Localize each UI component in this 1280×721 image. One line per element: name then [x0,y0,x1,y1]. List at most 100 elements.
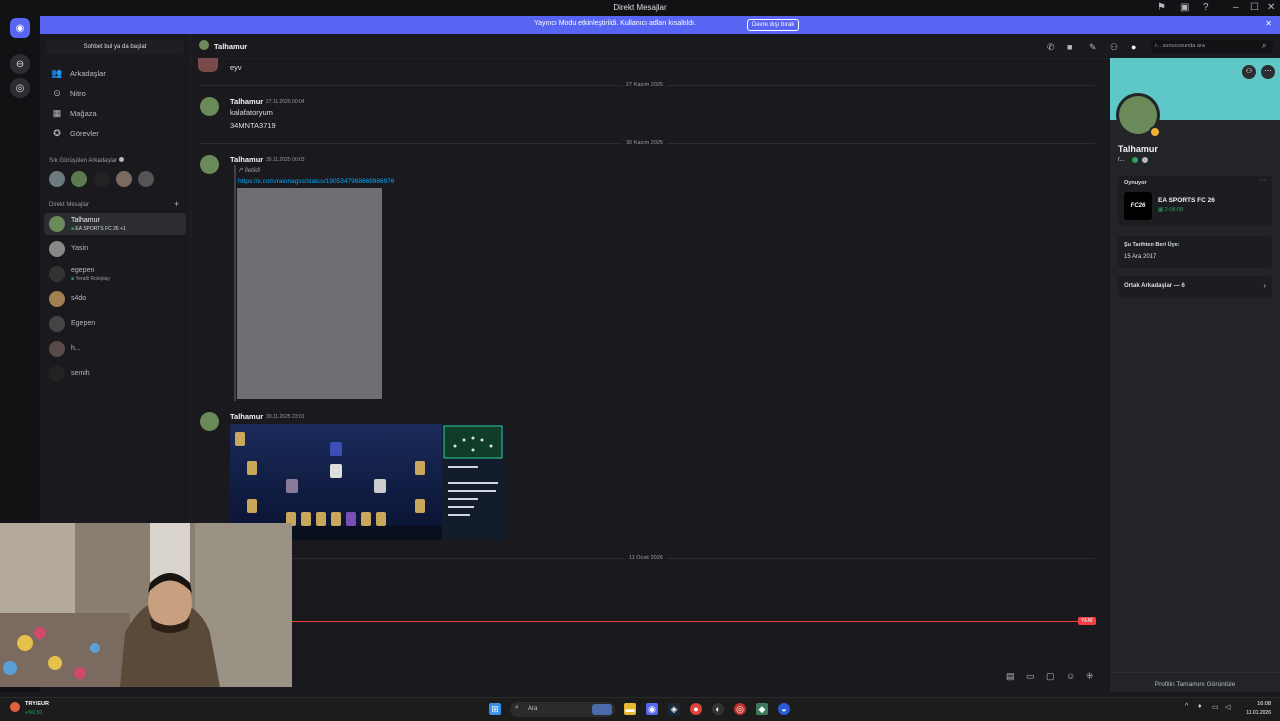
user-profile-panel: ⚇ ⋯ Talhamur r... Oynuyor ··· FC26 EA SP… [1110,58,1280,692]
volume-icon[interactable]: ◁ [1225,703,1230,711]
windows-start-icon[interactable]: ⊞ [489,703,501,715]
minimize-button[interactable]: – [1233,2,1239,13]
search-icon: ⌕ [1262,41,1267,50]
dm-item-egepen-2[interactable]: Egepen [44,313,186,335]
inbox-icon[interactable]: ⚑ [1157,2,1166,13]
more-options-icon[interactable]: ⋯ [1261,65,1275,79]
gif-icon[interactable]: ▭ [1026,671,1035,682]
avatar [49,291,65,307]
info-icon [118,157,124,162]
nav-nitro[interactable]: ⊙ Nitro [46,84,184,102]
taskbar-search[interactable]: ⌕ Ara [510,702,615,717]
widgets-icon[interactable] [10,702,20,712]
app-icon[interactable]: ◎ [734,703,746,715]
chrome-icon[interactable]: ● [690,703,702,715]
member-since-label: Şu Tarihten Beri Üye: [1124,242,1180,248]
widget-change: +%0,50 [25,710,43,716]
widget-currency[interactable]: TRY/EUR [25,701,49,707]
add-server-icon[interactable]: ⊖ [10,54,30,74]
dm-status: ■ Yeralti Roleplay [71,276,110,282]
clock-date[interactable]: 11.01.2026 [1237,710,1271,716]
discord-taskbar-icon[interactable]: ◉ [646,703,658,715]
banner-close-icon[interactable]: ✕ [1265,19,1272,28]
discord-home-icon[interactable]: ◉ [10,18,30,38]
add-friend-icon[interactable]: ⚇ [1242,65,1256,79]
tray-chevron-icon[interactable]: ^ [1185,703,1188,710]
frequent-friend-avatar[interactable] [49,171,65,187]
banner-message: Yayıncı Modu etkinleştirildi. Kullanıcı … [533,20,697,27]
message-link[interactable]: https://x.com/raionagss/status/190534796… [238,178,394,185]
add-friends-icon[interactable]: ⚇ [1110,42,1118,53]
create-dm-button[interactable]: + [174,199,179,209]
clock-time[interactable]: 16:08 [1245,701,1271,707]
taskbar-search-label: Ara [528,706,538,712]
message-composer[interactable]: ▤ ▭ ▢ ☺ ⁜ [190,668,1110,692]
member-since-card: Şu Tarihten Beri Üye: 15 Ara 2017 [1118,236,1272,268]
pinned-messages-icon[interactable]: ✎ [1089,42,1097,53]
dm-item-s4do[interactable]: s4do [44,288,186,310]
quests-icon: ✪ [53,127,61,138]
dm-item-h[interactable]: h... [44,338,186,360]
activity-more-icon[interactable]: ··· [1259,177,1266,184]
frequent-friend-avatar[interactable] [116,171,132,187]
dm-item-semih[interactable]: semih [44,363,186,385]
disable-streamer-mode-button[interactable]: Devre dışı bırak [747,19,800,31]
dm-name: Egepen [71,320,96,327]
game-elapsed: ▦ 2:08:09 [1158,207,1184,213]
dm-item-yasin[interactable]: Yasin [44,238,186,260]
voice-call-icon[interactable]: ✆ [1047,42,1055,53]
nav-friends-label: Arkadaşlar [70,68,106,78]
divider [1110,672,1280,673]
steam-icon[interactable]: ◈ [668,703,680,715]
help-icon[interactable]: ? [1203,2,1209,13]
avatar [49,366,65,382]
streamer-mode-banner: Yayıncı Modu etkinleştirildi. Kullanıcı … [40,16,1280,34]
maximize-button[interactable]: ☐ [1250,2,1259,13]
search-highlight-icon [592,704,612,715]
user-profile-icon[interactable]: ● [1131,42,1136,52]
nav-quests[interactable]: ✪ Görevler [46,124,184,142]
embed-image-placeholder[interactable] [237,188,382,399]
file-explorer-icon[interactable]: ▬ [624,703,636,715]
frequent-friend-avatar[interactable] [71,171,87,187]
dm-item-talhamur[interactable]: Talhamur ■ EA SPORTS FC 26 +1 [44,213,186,235]
obs-icon[interactable]: ◐ [712,703,724,715]
monitor-icon[interactable]: ▣ [1180,2,1189,13]
avatar[interactable] [200,97,219,116]
window-title: Direkt Mesajlar [613,3,667,12]
app-icon[interactable]: ◆ [756,703,768,715]
frequent-friend-avatar[interactable] [94,171,110,187]
discover-icon[interactable]: ◎ [10,78,30,98]
emoji-icon[interactable]: ☺ [1066,671,1075,681]
microphone-icon[interactable]: ♦ [1198,703,1202,710]
mutual-friends-card[interactable]: Ortak Arkadaşlar — 6 › [1118,276,1272,298]
message-text: kalafatoryum [230,108,273,117]
ea-app-icon[interactable]: ◒ [778,703,790,715]
search-input[interactable]: r... sunucusunda ara [1151,40,1273,53]
message-author[interactable]: Talhamur [230,97,263,106]
message-author[interactable]: Talhamur [230,412,263,421]
webcam-feed [0,523,292,687]
frequent-friend-avatar[interactable] [138,171,154,187]
avatar [198,58,218,72]
window-titlebar: Direkt Mesajlar ⚑ ▣ ? – ☐ ✕ [0,0,1280,16]
webcam-overlay [0,523,292,687]
avatar[interactable] [200,155,219,174]
avatar[interactable] [200,412,219,431]
nav-shop[interactable]: ▦ Mağaza [46,104,184,122]
message-text: eyv [230,63,242,72]
network-icon[interactable]: ▭ [1212,703,1219,711]
find-conversation-input[interactable]: Sohbet bul ya da başlat [46,40,184,54]
profile-name: Talhamur [1118,144,1158,154]
new-messages-line [292,621,1095,622]
message-author[interactable]: Talhamur [230,155,263,164]
dm-item-egepen[interactable]: egepen ■ Yeralti Roleplay [44,263,186,285]
view-full-profile-link[interactable]: Profilin Tamamını Görüntüle [1110,681,1280,688]
video-call-icon[interactable]: ■ [1067,42,1072,52]
nav-friends[interactable]: 👥 Arkadaşlar [46,64,184,82]
close-window-button[interactable]: ✕ [1267,2,1275,13]
apps-icon[interactable]: ⁜ [1086,671,1094,682]
gift-icon[interactable]: ▤ [1006,671,1015,682]
avatar [49,316,65,332]
sticker-icon[interactable]: ▢ [1046,671,1055,682]
